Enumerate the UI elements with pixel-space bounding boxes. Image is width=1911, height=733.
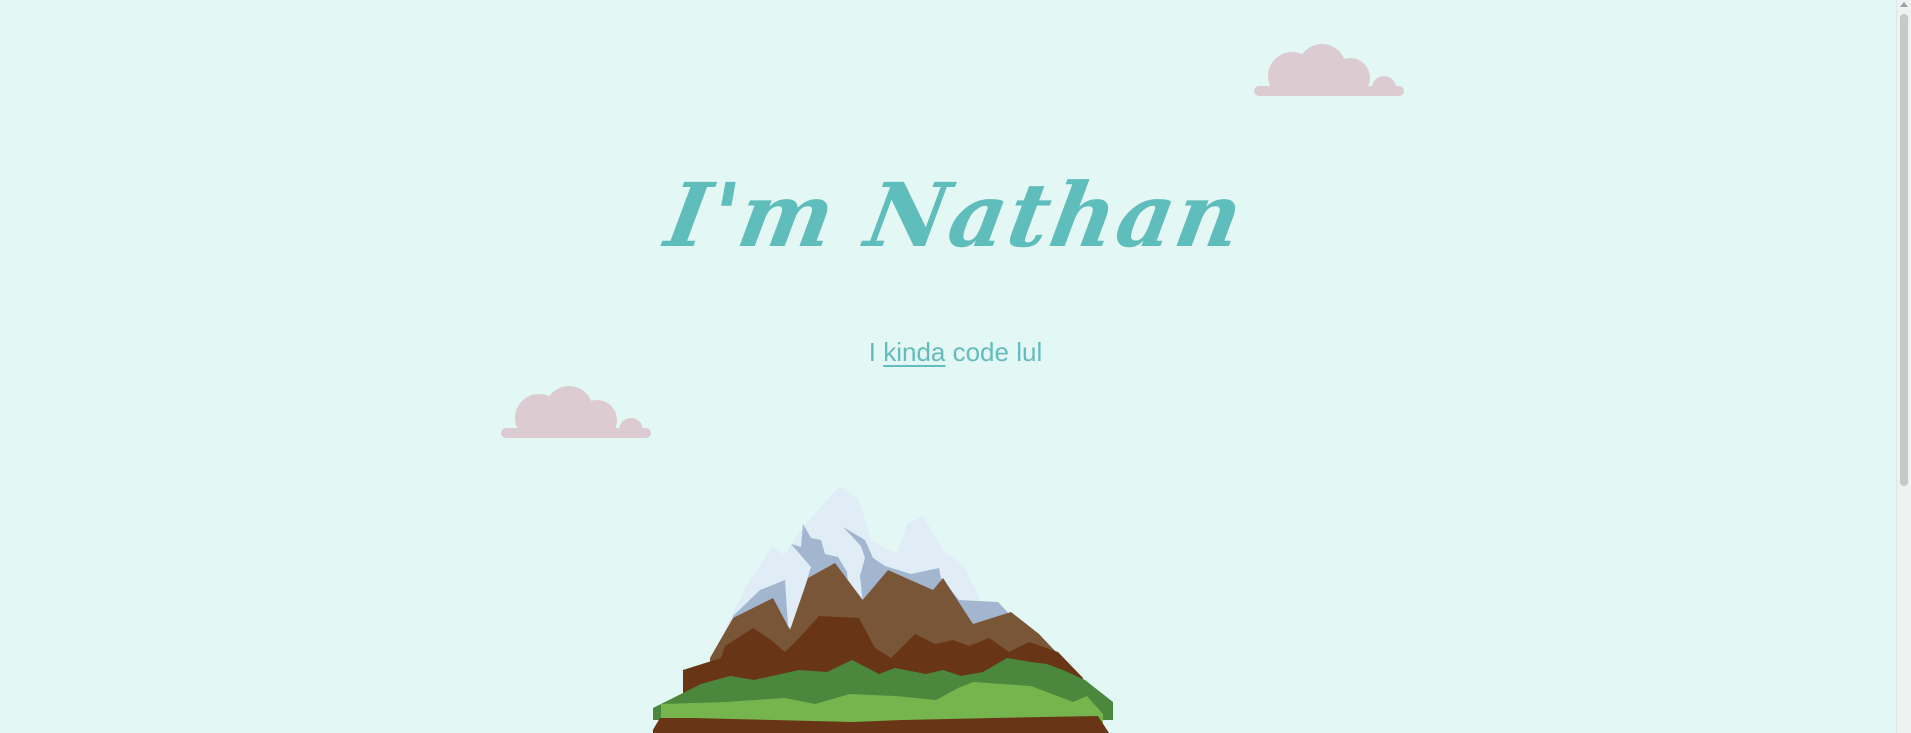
scroll-up-arrow-icon[interactable] xyxy=(1900,2,1908,7)
page-title: I'm Nathan xyxy=(658,162,1253,267)
mountain-illustration xyxy=(653,486,1113,733)
tagline-prefix: I xyxy=(868,337,884,367)
tagline: I kinda code lul xyxy=(0,336,1896,368)
scroll-thumb[interactable] xyxy=(1900,14,1908,486)
cloud-icon xyxy=(1254,44,1404,96)
tagline-suffix: code lul xyxy=(945,337,1043,367)
cloud-icon xyxy=(501,386,651,438)
kinda-link[interactable]: kinda xyxy=(883,337,945,367)
page-scrollbar[interactable] xyxy=(1896,0,1911,733)
landing-page: I'm Nathan I kinda code lul xyxy=(0,0,1896,733)
